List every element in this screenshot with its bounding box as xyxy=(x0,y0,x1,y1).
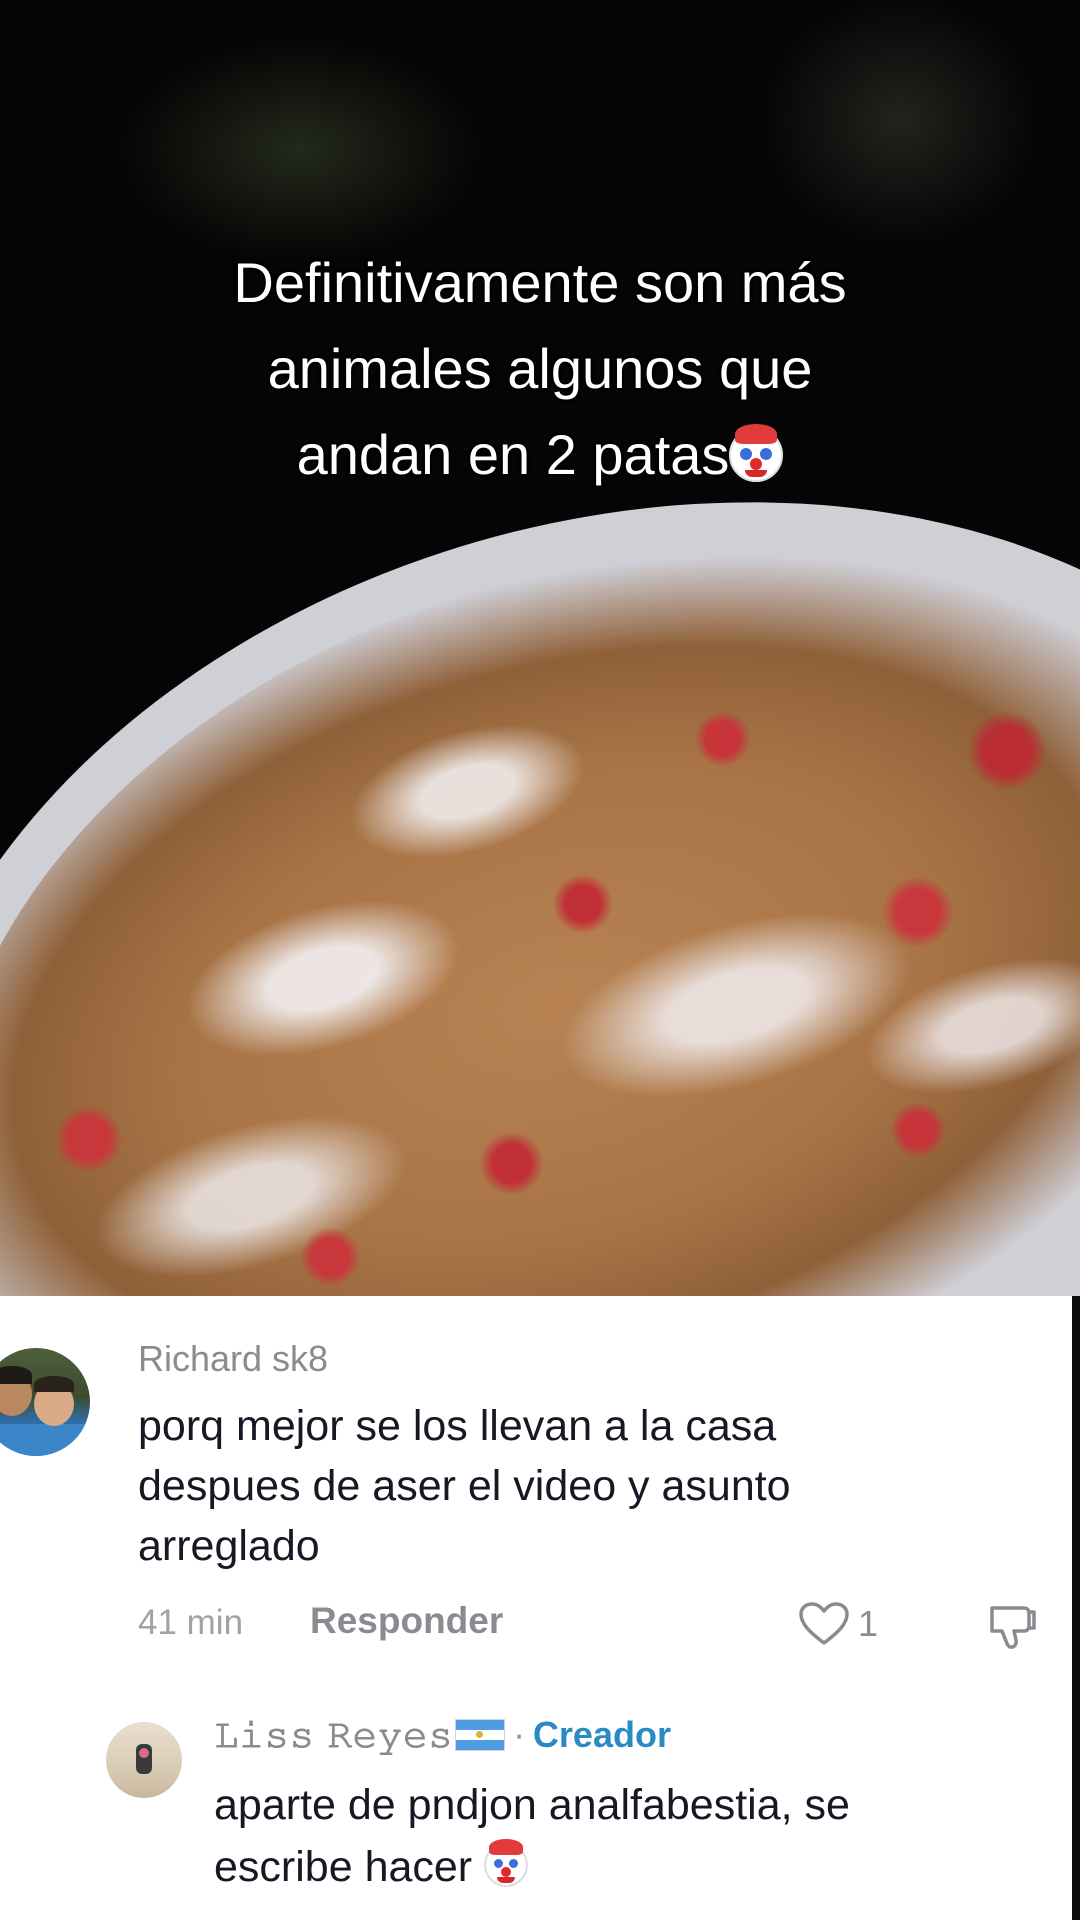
caption-line-3-text: andan en 2 patas xyxy=(296,423,730,486)
reply-username[interactable]: 𝙻𝚒𝚜𝚜 𝚁𝚎𝚢𝚎𝚜 xyxy=(214,1715,453,1756)
like-button[interactable]: 1 xyxy=(798,1596,878,1652)
separator-dot: · xyxy=(513,1715,525,1754)
screen: Definitivamente son más animales algunos… xyxy=(0,0,1080,1920)
comment-text: porq mejor se los llevan a la casa despu… xyxy=(138,1396,968,1576)
heart-icon xyxy=(799,1602,849,1645)
creator-avatar[interactable] xyxy=(106,1722,182,1798)
video-caption: Definitivamente son más animales algunos… xyxy=(100,240,980,498)
video-player[interactable]: Definitivamente son más animales algunos… xyxy=(0,0,1080,1296)
comment-username[interactable]: Richard sk8 xyxy=(138,1338,328,1380)
like-count: 1 xyxy=(858,1603,879,1644)
dislike-button[interactable] xyxy=(984,1598,1040,1654)
comment-text-line-2: despues de aser el video y asunto xyxy=(138,1462,791,1510)
reply-button[interactable]: Responder xyxy=(310,1600,503,1642)
panel-edge xyxy=(1072,1296,1080,1920)
comment-text-line-3: arreglado xyxy=(138,1522,320,1570)
reply-text-line-2-wrap: escribe hacer xyxy=(214,1836,1054,1898)
reply-text-line-2: escribe hacer xyxy=(214,1843,473,1891)
comment-text-line-1: porq mejor se los llevan a la casa xyxy=(138,1402,777,1450)
clown-face-icon xyxy=(729,424,784,482)
comment-timestamp: 41 min xyxy=(138,1603,244,1642)
caption-line-1: Definitivamente son más xyxy=(233,251,847,314)
caption-line-2: animales algunos que xyxy=(267,337,813,400)
clown-face-icon xyxy=(484,1839,529,1887)
creator-badge: Creador xyxy=(532,1714,671,1755)
reply-header: 𝙻𝚒𝚜𝚜 𝚁𝚎𝚢𝚎𝚜 · Creador xyxy=(214,1714,671,1756)
reply-text: aparte de pndjon analfabestia, se escrib… xyxy=(214,1774,1054,1898)
caption-line-3: andan en 2 patas xyxy=(100,412,980,498)
reply-text-line-1: aparte de pndjon analfabestia, se xyxy=(214,1781,850,1829)
el-salvador-flag-icon xyxy=(455,1719,506,1751)
thumbs-down-icon xyxy=(990,1606,1036,1649)
